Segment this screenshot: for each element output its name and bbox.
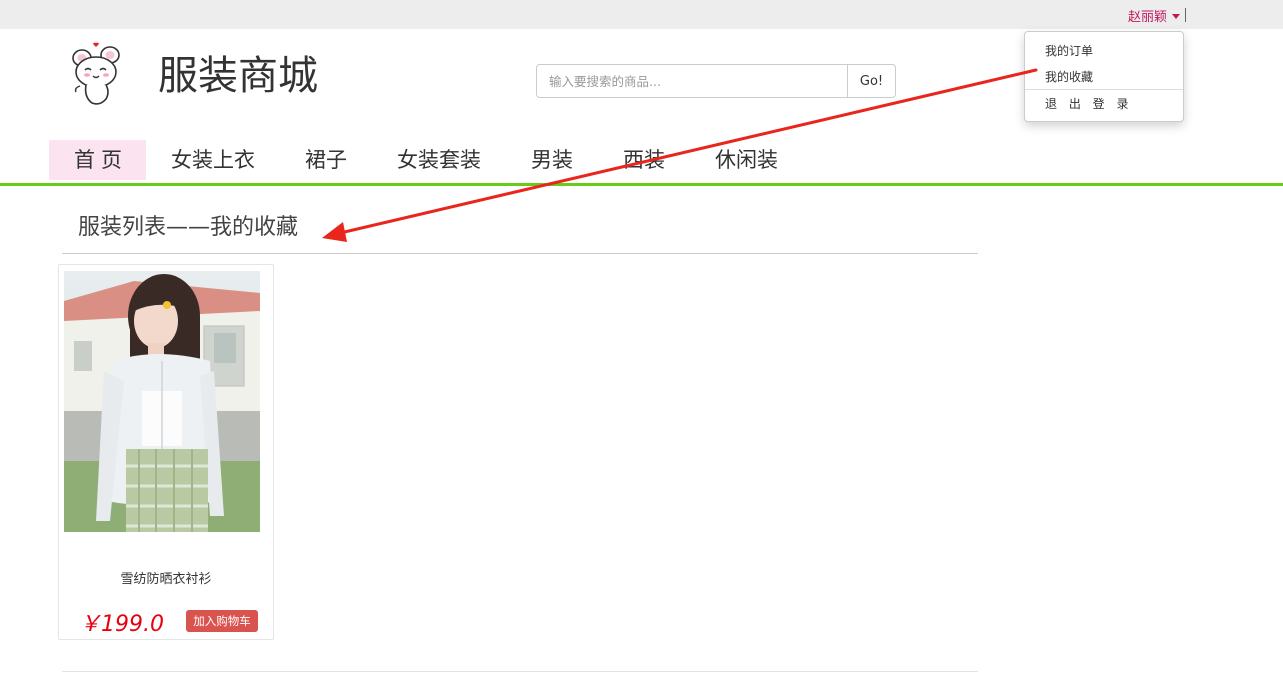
site-title[interactable]: 服装商城 — [158, 50, 318, 102]
menu-item-my-favorites[interactable]: 我的收藏 — [1045, 68, 1093, 85]
caret-down-icon — [1172, 13, 1181, 19]
logo-icon[interactable] — [66, 42, 124, 106]
menu-item-logout[interactable]: 退 出 登 录 — [1045, 95, 1132, 112]
category-nav: 首页 女装上衣 裙子 女装套装 男装 西装 休闲装 — [49, 140, 803, 180]
menu-item-my-orders[interactable]: 我的订单 — [1045, 42, 1093, 59]
menu-divider — [1025, 89, 1183, 90]
add-to-cart-button[interactable]: 加入购物车 — [186, 610, 258, 632]
user-dropdown-menu: 我的订单 我的收藏 退 出 登 录 — [1024, 31, 1184, 122]
nav-underline — [0, 183, 1283, 186]
search-button[interactable]: Go! — [847, 64, 896, 98]
product-card: 雪纺防晒衣衬衫 ￥199.0 加入购物车 — [58, 264, 274, 640]
nav-item-skirts[interactable]: 裙子 — [280, 140, 372, 180]
product-name[interactable]: 雪纺防晒衣衬衫 — [59, 568, 273, 587]
user-menu-toggle[interactable]: 赵丽颖 — [1128, 5, 1181, 25]
search-input[interactable] — [536, 64, 848, 98]
nav-item-women-tops[interactable]: 女装上衣 — [146, 140, 280, 180]
nav-item-suits[interactable]: 西装 — [598, 140, 690, 180]
nav-item-casual[interactable]: 休闲装 — [690, 140, 803, 180]
section-divider — [62, 253, 978, 254]
bottom-divider — [62, 671, 978, 672]
nav-item-home[interactable]: 首页 — [49, 140, 146, 180]
product-image[interactable] — [64, 271, 260, 532]
divider — [1185, 8, 1186, 22]
nav-item-menswear[interactable]: 男装 — [506, 140, 598, 180]
top-user-bar — [0, 0, 1283, 29]
section-title: 服装列表——我的收藏 — [78, 215, 299, 240]
user-name: 赵丽颖 — [1128, 9, 1168, 25]
nav-item-women-sets[interactable]: 女装套装 — [372, 140, 506, 180]
product-price: ￥199.0 — [79, 612, 164, 637]
